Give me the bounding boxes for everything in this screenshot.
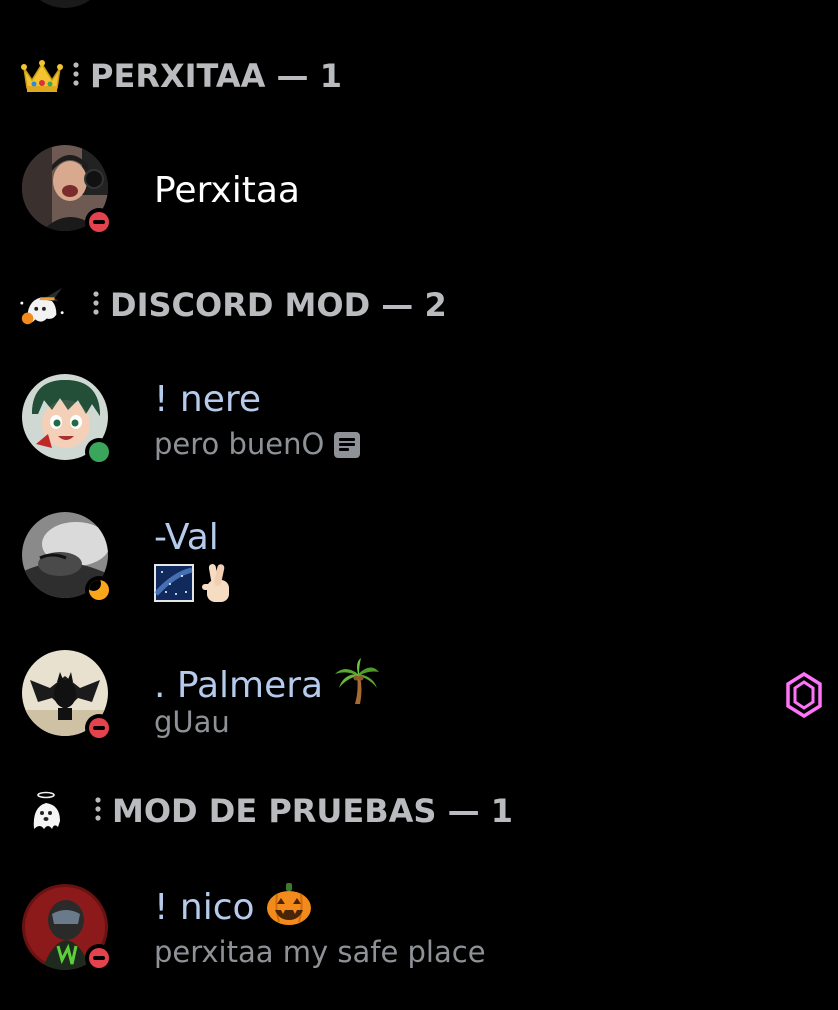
member-name: ! nere [154,379,261,420]
role-separator-icon [72,61,80,91]
note-icon [334,431,361,458]
status-dnd-icon [85,714,113,742]
member-activity [154,562,234,609]
role-section-header-discord-mod: DISCORD MOD — 2 [0,282,447,328]
ghost-emoji-icon [24,788,68,834]
witch-ghost-emoji-icon [18,282,66,328]
status-dnd-icon [85,208,113,236]
activity-text: pero buenO [154,427,325,461]
crossed-fingers-emoji-icon [200,562,234,609]
member-name: -Val [154,517,219,558]
status-idle-icon [85,576,113,604]
jack-o-lantern-emoji-icon [265,882,313,933]
member-row-nico[interactable]: ! nico perxitaa my safe place [0,876,838,976]
role-separator-icon [92,290,100,320]
member-row-nere[interactable]: ! nere pero buenO [0,370,838,470]
status-dnd-icon [85,944,113,972]
role-section-header-mod-de-pruebas: MOD DE PRUEBAS — 1 [0,788,513,834]
member-activity: pero buenO [154,427,361,461]
member-name: Perxitaa [154,170,300,211]
palm-tree-emoji-icon [333,658,381,713]
member-name: . Palmera [154,664,324,706]
member-row-val[interactable]: -Val [0,508,838,608]
status-online-icon [85,438,113,466]
night-sky-emoji-icon [154,564,194,607]
role-section-title: MOD DE PRUEBAS — 1 [112,792,513,830]
previous-member-avatar[interactable] [22,0,108,8]
role-separator-icon [94,796,102,826]
nitro-boost-icon[interactable] [786,671,822,719]
activity-text: perxitaa my safe place [154,935,486,969]
member-row-perxitaa[interactable]: Perxitaa [0,140,838,240]
member-row-palmera[interactable]: . Palmera gUau [0,646,838,746]
role-section-title: PERXITAA — 1 [90,57,342,95]
crown-emoji-icon [18,53,66,99]
role-section-title: DISCORD MOD — 2 [110,286,447,324]
member-name-row: ! nico [154,882,313,933]
activity-text: gUau [154,705,230,739]
role-section-header-perxitaa: PERXITAA — 1 [0,53,342,99]
member-name: ! nico [154,886,255,928]
